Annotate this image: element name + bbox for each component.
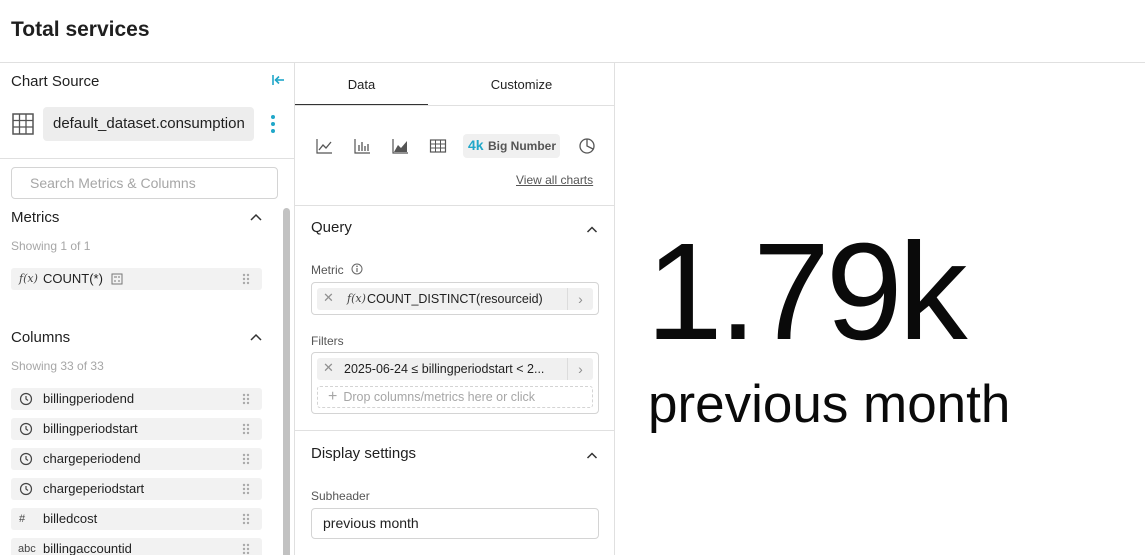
big-number-chart-type[interactable]: 4k Big Number bbox=[463, 134, 560, 158]
chevron-right-icon[interactable]: › bbox=[567, 288, 593, 310]
column-label: billingperiodend bbox=[43, 391, 135, 406]
info-icon[interactable] bbox=[351, 263, 363, 275]
chart-title[interactable]: Total services bbox=[11, 18, 150, 42]
line-chart-icon[interactable] bbox=[315, 137, 333, 155]
column-item[interactable]: abc billingaccountid bbox=[11, 538, 262, 555]
collapse-panel-icon[interactable] bbox=[271, 73, 285, 87]
drag-handle-icon[interactable] bbox=[242, 423, 250, 435]
chevron-up-icon[interactable] bbox=[586, 225, 598, 233]
column-item[interactable]: chargeperiodstart bbox=[11, 478, 262, 500]
column-label: billedcost bbox=[43, 511, 98, 526]
column-item[interactable]: billingperiodend bbox=[11, 388, 262, 410]
query-section-title[interactable]: Query bbox=[311, 219, 352, 236]
drag-handle-icon[interactable] bbox=[242, 483, 250, 495]
filters-label: Filters bbox=[311, 334, 344, 348]
divider bbox=[295, 105, 614, 106]
control-panel: Data Customize 4k Big Number View all ch… bbox=[295, 63, 615, 555]
drag-handle-icon[interactable] bbox=[242, 543, 250, 555]
column-label: chargeperiodstart bbox=[43, 481, 145, 496]
chevron-right-icon[interactable]: › bbox=[567, 358, 593, 380]
function-icon: f(x) bbox=[347, 292, 366, 305]
tab-data[interactable]: Data bbox=[295, 63, 428, 106]
big-number-icon: 4k bbox=[468, 137, 484, 153]
chevron-up-icon[interactable] bbox=[249, 212, 263, 222]
column-label: chargeperiodend bbox=[43, 451, 141, 466]
metric-pill[interactable]: ✕ f(x) COUNT_DISTINCT(resourceid) › bbox=[317, 288, 593, 310]
drag-handle-icon[interactable] bbox=[242, 273, 250, 285]
metric-label: COUNT(*) bbox=[43, 271, 103, 286]
clock-icon bbox=[19, 482, 33, 496]
view-all-charts-link[interactable]: View all charts bbox=[516, 173, 593, 187]
clock-icon bbox=[19, 422, 33, 436]
close-icon[interactable]: ✕ bbox=[323, 290, 337, 306]
function-icon: f(x) bbox=[19, 272, 38, 285]
calculator-icon bbox=[111, 273, 123, 285]
big-number-value: 1.79k bbox=[646, 215, 968, 369]
scrollbar[interactable] bbox=[283, 208, 290, 555]
chart-source-title: Chart Source bbox=[11, 73, 100, 90]
big-number-subheader: previous month bbox=[648, 375, 1011, 434]
subheader-input[interactable]: previous month bbox=[311, 508, 599, 539]
datasource-panel: Chart Source default_dataset.consumption… bbox=[0, 63, 295, 555]
drag-handle-icon[interactable] bbox=[242, 513, 250, 525]
table-chart-icon[interactable] bbox=[429, 137, 447, 155]
close-icon[interactable]: ✕ bbox=[323, 360, 337, 376]
clock-icon bbox=[19, 392, 33, 406]
metric-label: Metric bbox=[311, 263, 344, 277]
metrics-count: Showing 1 of 1 bbox=[11, 239, 91, 253]
column-label: billingperiodstart bbox=[43, 421, 138, 436]
search-metrics-input[interactable] bbox=[11, 167, 278, 199]
dataset-name[interactable]: default_dataset.consumption bbox=[43, 107, 254, 141]
drag-handle-icon[interactable] bbox=[242, 453, 250, 465]
tab-customize[interactable]: Customize bbox=[428, 63, 614, 106]
bar-chart-icon[interactable] bbox=[353, 137, 371, 155]
metric-item[interactable]: f(x) COUNT(*) bbox=[11, 268, 262, 290]
abc-icon: abc bbox=[18, 543, 36, 555]
drop-zone[interactable]: + Drop columns/metrics here or click bbox=[317, 386, 593, 408]
chart-type-label: Big Number bbox=[488, 139, 557, 153]
divider bbox=[295, 205, 614, 206]
plus-icon: + bbox=[328, 388, 338, 405]
pie-chart-icon[interactable] bbox=[578, 137, 596, 155]
display-settings-title[interactable]: Display settings bbox=[311, 445, 416, 462]
metric-value: COUNT_DISTINCT(resourceid) bbox=[367, 292, 543, 306]
chart-canvas: 1.79k previous month bbox=[616, 63, 1145, 555]
chevron-up-icon[interactable] bbox=[249, 332, 263, 342]
column-label: billingaccountid bbox=[43, 541, 132, 555]
chart-header: Total services bbox=[0, 0, 1145, 63]
column-item[interactable]: billingperiodstart bbox=[11, 418, 262, 440]
dataset-table-icon bbox=[12, 113, 34, 135]
divider bbox=[0, 158, 294, 159]
metric-field: ✕ f(x) COUNT_DISTINCT(resourceid) › bbox=[311, 282, 599, 315]
filter-value: 2025-06-24 ≤ billingperiodstart < 2... bbox=[344, 362, 545, 376]
filter-pill[interactable]: ✕ 2025-06-24 ≤ billingperiodstart < 2...… bbox=[317, 358, 593, 380]
column-item[interactable]: chargeperiodend bbox=[11, 448, 262, 470]
drop-placeholder: Drop columns/metrics here or click bbox=[343, 390, 536, 404]
columns-count: Showing 33 of 33 bbox=[11, 359, 104, 373]
area-chart-icon[interactable] bbox=[391, 137, 409, 155]
chevron-up-icon[interactable] bbox=[586, 451, 598, 459]
dataset-menu-icon[interactable] bbox=[267, 113, 279, 135]
metrics-section-title[interactable]: Metrics bbox=[11, 209, 59, 226]
divider bbox=[295, 430, 614, 431]
filters-field: ✕ 2025-06-24 ≤ billingperiodstart < 2...… bbox=[311, 352, 599, 414]
clock-icon bbox=[19, 452, 33, 466]
drag-handle-icon[interactable] bbox=[242, 393, 250, 405]
hash-icon: # bbox=[19, 513, 26, 525]
columns-section-title[interactable]: Columns bbox=[11, 329, 70, 346]
subheader-label: Subheader bbox=[311, 489, 370, 503]
column-item[interactable]: # billedcost bbox=[11, 508, 262, 530]
